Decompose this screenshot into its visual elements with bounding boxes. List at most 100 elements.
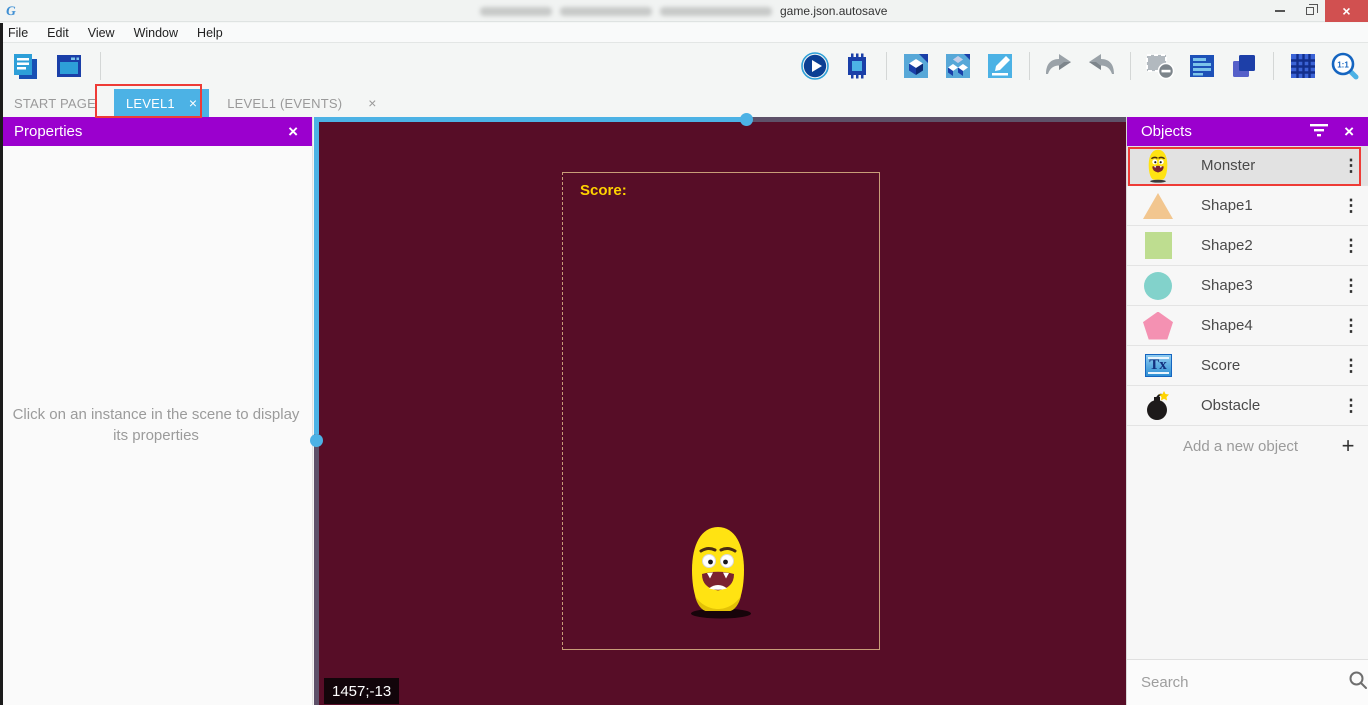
window-title-filename: game.json.autosave: [780, 4, 887, 18]
layers-icon[interactable]: [1229, 50, 1259, 82]
properties-panel: Properties × Click on an instance in the…: [0, 117, 313, 705]
close-icon[interactable]: ×: [288, 122, 298, 142]
add-new-object-label: Add a new object: [1183, 438, 1328, 455]
search-icon[interactable]: [1348, 670, 1368, 695]
add-new-object-button[interactable]: Add a new object +: [1127, 426, 1368, 466]
tab-level1-events[interactable]: LEVEL1 (EVENTS): [213, 89, 356, 117]
scene-editor-icon[interactable]: [54, 50, 84, 82]
object-name: Obstacle: [1201, 397, 1334, 414]
square-icon: [1141, 232, 1175, 259]
text-object-icon: Tx: [1141, 354, 1175, 377]
monster-sprite-icon: [1141, 149, 1175, 183]
svg-text:1:1: 1:1: [1337, 60, 1349, 69]
objects-panel-header: Objects ×: [1127, 117, 1368, 146]
redacted-path-segment: [660, 7, 772, 16]
object-row-obstacle[interactable]: Obstacle ⋮: [1127, 386, 1368, 426]
objects-panel-title: Objects: [1141, 123, 1192, 140]
redacted-path-segment: [560, 7, 652, 16]
project-manager-icon[interactable]: [10, 50, 40, 82]
object-row-score[interactable]: Tx Score ⋮: [1127, 346, 1368, 386]
toolbar-divider: [1273, 52, 1274, 80]
delete-instances-icon[interactable]: [1145, 50, 1175, 82]
toolbar-divider: [100, 52, 101, 80]
menu-window[interactable]: Window: [134, 26, 189, 40]
filter-icon[interactable]: [1310, 123, 1328, 141]
objects-panel: Objects × Monster ⋮: [1126, 117, 1368, 705]
tabbar: START PAGE LEVEL1 × LEVEL1 (EVENTS) ×: [0, 87, 1368, 117]
window-left-edge: [0, 23, 3, 705]
circle-icon: [1141, 272, 1175, 300]
menu-file[interactable]: File: [8, 26, 39, 40]
undo-icon[interactable]: [1044, 50, 1074, 82]
window-title: game.json.autosave: [480, 0, 887, 22]
scene-canvas[interactable]: Score: 1457;-13: [313, 117, 1126, 705]
cursor-coordinates: 1457;-13: [324, 678, 399, 704]
object-groups-icon[interactable]: [943, 50, 973, 82]
tab-start-page[interactable]: START PAGE: [0, 89, 110, 117]
triangle-icon: [1141, 193, 1175, 219]
object-name: Score: [1201, 357, 1334, 374]
menu-view[interactable]: View: [88, 26, 126, 40]
pentagon-icon: [1141, 312, 1175, 340]
toolbar: 1:1: [0, 44, 1368, 87]
score-text-instance[interactable]: Score:: [580, 182, 627, 199]
restore-icon: [1306, 7, 1314, 15]
object-row-shape1[interactable]: Shape1 ⋮: [1127, 186, 1368, 226]
object-row-monster[interactable]: Monster ⋮: [1127, 146, 1368, 186]
close-button[interactable]: ×: [1325, 0, 1368, 22]
kebab-menu-icon[interactable]: ⋮: [1334, 276, 1368, 296]
minimize-button[interactable]: [1265, 0, 1295, 22]
kebab-menu-icon[interactable]: ⋮: [1334, 156, 1368, 176]
properties-empty-message: Click on an instance in the scene to dis…: [6, 405, 306, 446]
kebab-menu-icon[interactable]: ⋮: [1334, 316, 1368, 336]
tab-close-icon[interactable]: ×: [189, 95, 197, 111]
zoom-1-1-icon[interactable]: 1:1: [1330, 50, 1360, 82]
object-row-shape4[interactable]: Shape4 ⋮: [1127, 306, 1368, 346]
object-name: Monster: [1201, 157, 1334, 174]
kebab-menu-icon[interactable]: ⋮: [1334, 396, 1368, 416]
object-name: Shape1: [1201, 197, 1334, 214]
properties-panel-header: Properties ×: [0, 117, 312, 146]
redo-icon[interactable]: [1086, 50, 1116, 82]
toolbar-divider: [886, 52, 887, 80]
search-input[interactable]: [1141, 674, 1340, 691]
objects-search: [1127, 659, 1368, 705]
instances-list-icon[interactable]: [1187, 50, 1217, 82]
minimize-icon: [1275, 10, 1285, 12]
object-name: Shape2: [1201, 237, 1334, 254]
object-name: Shape3: [1201, 277, 1334, 294]
horizontal-scrollbar-thumb[interactable]: [319, 117, 743, 122]
tab-close-icon[interactable]: ×: [356, 89, 388, 117]
objects-editor-icon[interactable]: [901, 50, 931, 82]
object-row-shape3[interactable]: Shape3 ⋮: [1127, 266, 1368, 306]
toolbar-divider: [1130, 52, 1131, 80]
gdevelop-window: G game.json.autosave × File Edit View Wi…: [0, 0, 1368, 705]
tab-level1-label: LEVEL1: [126, 96, 175, 111]
monster-instance[interactable]: [684, 525, 752, 620]
gdevelop-logo-icon: G: [0, 3, 23, 19]
menu-help[interactable]: Help: [197, 26, 234, 40]
kebab-menu-icon[interactable]: ⋮: [1334, 356, 1368, 376]
menu-edit[interactable]: Edit: [47, 26, 80, 40]
vertical-scrollbar-thumb[interactable]: [314, 117, 319, 434]
horizontal-scrollbar-handle[interactable]: [740, 113, 753, 126]
object-row-shape2[interactable]: Shape2 ⋮: [1127, 226, 1368, 266]
object-name: Shape4: [1201, 317, 1334, 334]
restore-button[interactable]: [1295, 0, 1325, 22]
titlebar: G game.json.autosave ×: [0, 0, 1368, 22]
close-icon[interactable]: ×: [1344, 122, 1354, 142]
grid-icon[interactable]: [1288, 50, 1318, 82]
properties-panel-title: Properties: [14, 123, 82, 140]
bomb-icon: [1141, 390, 1175, 422]
tab-level1[interactable]: LEVEL1 ×: [114, 89, 209, 117]
kebab-menu-icon[interactable]: ⋮: [1334, 236, 1368, 256]
kebab-menu-icon[interactable]: ⋮: [1334, 196, 1368, 216]
properties-edit-icon[interactable]: [985, 50, 1015, 82]
scene-stage[interactable]: Score: 1457;-13: [319, 122, 1126, 705]
toolbar-divider: [1029, 52, 1030, 80]
vertical-scrollbar-handle[interactable]: [310, 434, 323, 447]
debugger-icon[interactable]: [842, 50, 872, 82]
plus-icon: +: [1328, 433, 1368, 459]
play-icon[interactable]: [800, 50, 830, 82]
redacted-path-segment: [480, 7, 552, 16]
